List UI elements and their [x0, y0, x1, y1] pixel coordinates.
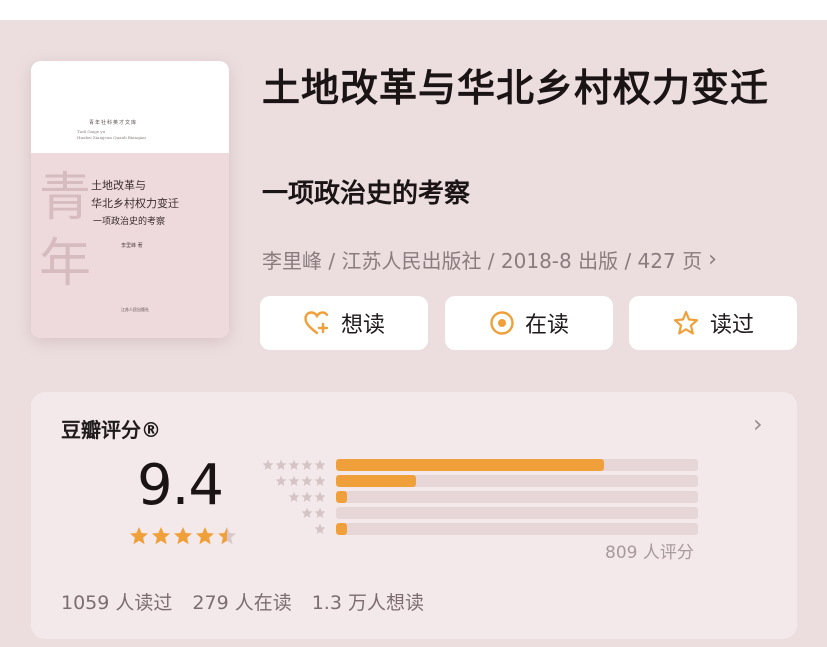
book-meta-text: 李里峰 / 江苏人民出版社 / 2018-8 出版 / 427 页	[262, 248, 703, 273]
rating-dist-fill	[336, 475, 416, 487]
want-to-read-button[interactable]: 想读	[260, 296, 428, 350]
star-icon	[288, 459, 300, 470]
rating-dist-fill	[336, 523, 347, 535]
star-icon	[130, 527, 148, 545]
heart-plus-icon	[304, 311, 329, 335]
rating-score: 9.4	[137, 453, 224, 518]
rating-dist-track	[336, 491, 698, 503]
cover-pinyin-line: Huabei Xiangcun Quanli Bianqian	[77, 135, 146, 140]
rating-count: 809 人评分	[605, 543, 694, 563]
rating-dist-row	[256, 458, 698, 472]
star-icon	[275, 459, 287, 470]
book-title: 土地改革与华北乡村权力变迁	[262, 66, 770, 110]
rating-label: 豆瓣评分®	[61, 418, 161, 442]
have-read-label: 读过	[709, 313, 754, 338]
rating-dist-stars	[256, 475, 326, 487]
cover-title: 土地改革与 华北乡村权力变迁	[91, 177, 179, 213]
reading-label: 在读	[524, 313, 569, 338]
chevron-right-icon[interactable]: ›	[753, 410, 763, 438]
star-icon	[301, 459, 313, 470]
reading-button[interactable]: 在读	[445, 296, 613, 350]
cover-publisher: 江苏人民出版社	[121, 307, 149, 312]
status-bar-strip	[0, 0, 827, 20]
cover-author: 李里峰 著	[121, 243, 143, 249]
star-icon	[301, 507, 313, 518]
cover-brush-calligraphy: 青年	[39, 168, 92, 294]
star-icon	[288, 491, 300, 502]
cover-subtitle: 一项政治史的考察	[93, 217, 166, 227]
cover-title-line: 华北乡村权力变迁	[91, 197, 179, 210]
star-icon	[314, 507, 326, 518]
cover-pinyin: Tudi Gaige yu Huabei Xiangcun Quanli Bia…	[77, 129, 146, 141]
rating-dist-row	[256, 506, 698, 520]
rating-card[interactable]: 豆瓣评分® › 9.4 809 人评分 1059 人读过 279 人在读 1.3…	[31, 392, 797, 639]
rating-dist-row	[256, 474, 698, 488]
star-icon	[152, 527, 170, 545]
book-meta-link[interactable]: 李里峰 / 江苏人民出版社 / 2018-8 出版 / 427 页 ›	[262, 244, 717, 274]
rating-dist-row	[256, 490, 698, 504]
star-outline-icon	[673, 310, 699, 335]
rating-dist-track	[336, 459, 698, 471]
star-icon	[196, 527, 214, 545]
target-circle-icon	[490, 311, 514, 335]
star-icon	[288, 475, 300, 486]
rating-dist-track	[336, 475, 698, 487]
rating-dist-fill	[336, 459, 604, 471]
rating-dist-stars	[256, 491, 326, 503]
want-count: 1.3 万人想读	[311, 592, 424, 614]
rating-dist-stars	[256, 459, 326, 471]
rating-dist-fill	[336, 491, 347, 503]
book-cover[interactable]: 青年社科英才文库 Tudi Gaige yu Huabei Xiangcun Q…	[31, 61, 229, 338]
star-icon	[301, 475, 313, 486]
read-count: 1059 人读过	[61, 592, 173, 614]
star-icon	[275, 475, 287, 486]
cover-series-text: 青年社科英才文库	[89, 120, 138, 126]
cover-title-line: 土地改革与	[91, 179, 146, 192]
have-read-button[interactable]: 读过	[629, 296, 797, 350]
rating-dist-stars	[256, 507, 326, 519]
rating-dist-stars	[256, 523, 326, 535]
rating-dist-row	[256, 522, 698, 536]
star-icon	[314, 459, 326, 470]
reading-count: 279 人在读	[192, 592, 292, 614]
star-icon	[174, 527, 192, 545]
star-icon	[301, 491, 313, 502]
star-icon	[314, 523, 326, 534]
star-icon	[262, 459, 274, 470]
score-stars	[129, 526, 239, 546]
want-to-read-label: 想读	[340, 313, 385, 338]
chevron-right-icon: ›	[708, 246, 717, 272]
star-icon	[314, 475, 326, 486]
book-subtitle: 一项政治史的考察	[262, 179, 471, 209]
reader-stats: 1059 人读过 279 人在读 1.3 万人想读	[61, 588, 444, 615]
star-icon	[314, 491, 326, 502]
star-icon	[218, 527, 236, 545]
rating-dist-track	[336, 523, 698, 535]
rating-dist-track	[336, 507, 698, 519]
